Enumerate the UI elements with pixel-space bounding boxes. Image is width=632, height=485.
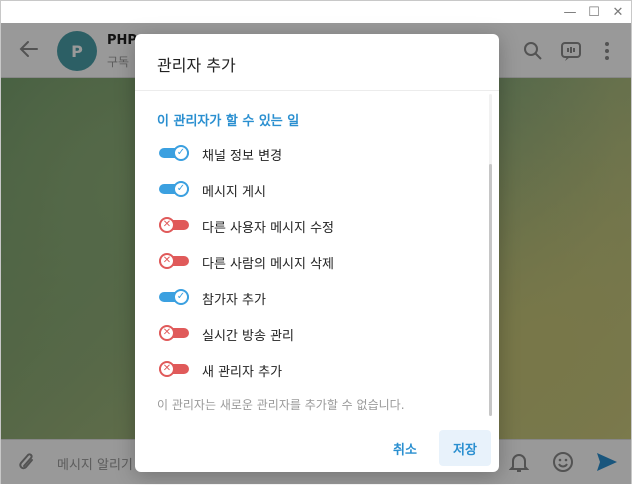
scrollbar-thumb[interactable] (489, 164, 492, 416)
cross-icon: ✕ (159, 325, 175, 341)
permission-row[interactable]: ✓ 참가자 추가 (159, 285, 479, 309)
permission-row[interactable]: ✓ 채널 정보 변경 (159, 141, 479, 165)
add-admin-dialog: 관리자 추가 이 관리자가 할 수 있는 일 ✓ 채널 정보 변경 ✓ 메시지 게시 ✕… (135, 34, 499, 472)
check-icon: ✓ (173, 145, 189, 161)
divider (135, 90, 499, 91)
close-window-button[interactable]: ✕ (607, 1, 629, 23)
permission-toggle[interactable]: ✕ (159, 325, 189, 341)
permission-toggle[interactable]: ✕ (159, 253, 189, 269)
permission-toggle[interactable]: ✕ (159, 217, 189, 233)
permission-row[interactable]: ✓ 메시지 게시 (159, 177, 479, 201)
permission-label: 참가자 추가 (202, 293, 266, 308)
cross-icon: ✕ (159, 361, 175, 377)
permission-toggle[interactable]: ✓ (159, 145, 189, 161)
check-icon: ✓ (173, 289, 189, 305)
check-icon: ✓ (173, 181, 189, 197)
permission-toggle[interactable]: ✓ (159, 181, 189, 197)
permission-label: 다른 사용자 메시지 수정 (202, 221, 334, 236)
permission-label: 채널 정보 변경 (202, 149, 283, 164)
permission-label: 새 관리자 추가 (202, 365, 283, 380)
permission-label: 실시간 방송 관리 (202, 329, 294, 344)
save-button[interactable]: 저장 (439, 430, 491, 466)
minimize-button[interactable]: — (559, 1, 581, 23)
dialog-title: 관리자 추가 (157, 56, 236, 75)
cancel-button[interactable]: 취소 (381, 430, 429, 466)
app-window: — ☐ ✕ P PHP 구독 메시지 알리기 관리자 추가 이 관리자가 할 수… (0, 0, 632, 485)
admin-note: 이 관리자는 새로운 관리자를 추가할 수 없습니다. (157, 398, 405, 412)
cross-icon: ✕ (159, 217, 175, 233)
permission-toggle[interactable]: ✓ (159, 289, 189, 305)
cross-icon: ✕ (159, 253, 175, 269)
permission-row[interactable]: ✕ 다른 사용자 메시지 수정 (159, 213, 479, 237)
permission-label: 다른 사람의 메시지 삭제 (202, 257, 334, 272)
permission-row[interactable]: ✕ 실시간 방송 관리 (159, 321, 479, 345)
title-bar: — ☐ ✕ (1, 1, 631, 23)
permission-row[interactable]: ✕ 새 관리자 추가 (159, 357, 479, 381)
section-title: 이 관리자가 할 수 있는 일 (157, 114, 300, 129)
permission-row[interactable]: ✕ 다른 사람의 메시지 삭제 (159, 249, 479, 273)
permission-label: 메시지 게시 (202, 185, 266, 200)
maximize-button[interactable]: ☐ (583, 1, 605, 23)
permission-toggle[interactable]: ✕ (159, 361, 189, 377)
